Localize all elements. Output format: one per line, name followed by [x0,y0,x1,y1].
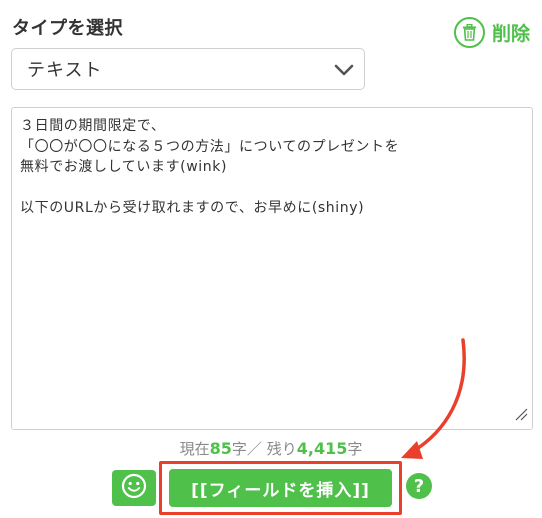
help-button[interactable]: ? [406,473,432,499]
insert-field-button[interactable]: [[フィールドを挿入]] [169,469,392,507]
smiley-icon [121,473,147,503]
chevron-down-icon [334,62,354,81]
counter-remaining-suffix: 字 [347,440,363,458]
emoji-button[interactable] [112,470,156,506]
remaining-count: 4,415 [296,439,348,458]
help-label: ? [413,475,425,497]
message-line: 「〇〇が〇〇になる５つの方法」についてのプレゼントを [20,138,400,155]
delete-button[interactable]: 削除 [454,15,536,49]
trash-icon [454,16,485,48]
type-select[interactable]: テキスト [11,48,365,90]
insert-field-label: [[フィールドを挿入]] [191,480,370,501]
counter-current-prefix: 現在 [179,440,210,458]
type-select-label: タイプを選択 [12,18,123,39]
delete-label: 削除 [492,22,531,45]
character-counter: 現在85字／ 残り4,415字 [0,438,542,459]
message-textarea[interactable]: ３日間の期間限定で、 「〇〇が〇〇になる５つの方法」についてのプレゼントを 無料… [11,107,533,430]
message-line: ​ [20,178,524,199]
counter-remaining-prefix: 残り [266,440,297,458]
message-line: 以下のURLから受け取れますので、お早めに(shiny) [20,200,365,216]
counter-separator: ／ [246,440,262,458]
current-count: 85 [209,439,232,458]
counter-current-suffix: 字 [231,440,247,458]
resize-handle-icon[interactable] [514,406,528,425]
message-line: ３日間の期間限定で、 [20,118,166,134]
type-select-value: テキスト [27,60,103,81]
message-line: 無料でお渡ししています(wink) [20,159,228,175]
